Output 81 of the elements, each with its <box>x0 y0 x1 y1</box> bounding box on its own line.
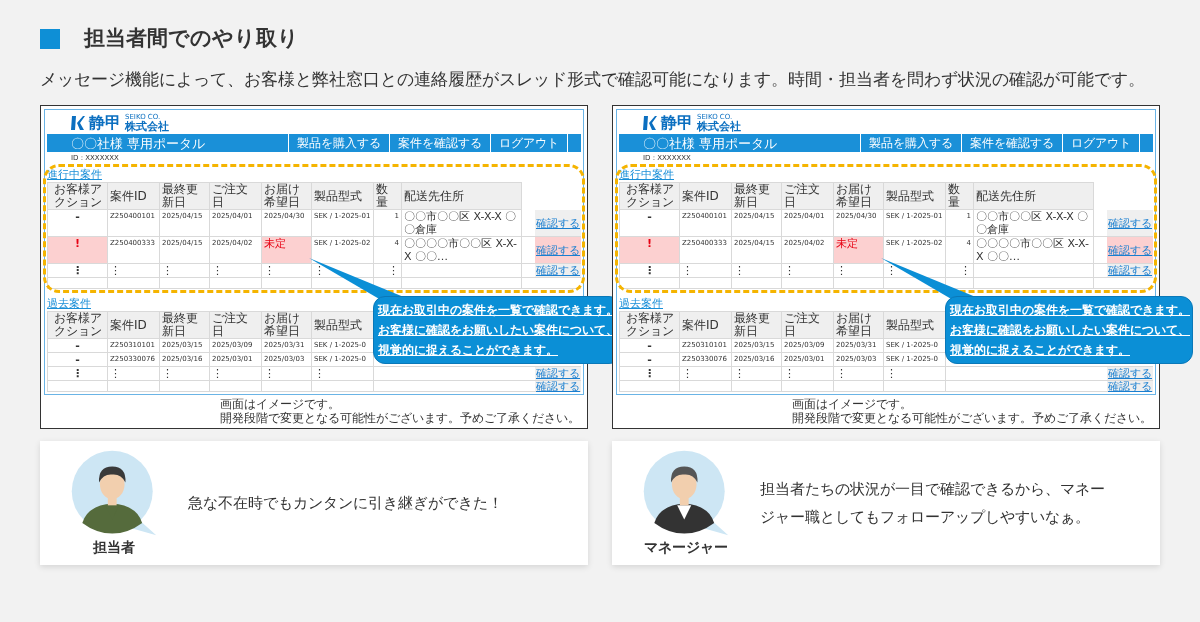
column-header: 数量 <box>374 183 402 209</box>
column-header: お客様アクション <box>620 312 680 338</box>
confirm-link[interactable]: 確認する <box>1107 237 1153 263</box>
footnote: 画面はイメージです。 <box>792 397 913 411</box>
logo-name: 静甲 <box>661 115 693 131</box>
section-link[interactable]: 過去案件 <box>47 297 91 311</box>
logo-mark-icon <box>643 115 657 131</box>
footnote: 開発段階で変更となる可能性がございます。予めご了承ください。 <box>220 411 580 425</box>
table-cell: 〇〇市〇〇区 X-X-X 〇〇倉庫 <box>974 210 1094 236</box>
column-header: 最終更新日 <box>160 312 210 338</box>
portal-title: 〇〇社様 専用ポータル <box>70 136 207 150</box>
column-header: 数量 <box>946 183 974 209</box>
section-link[interactable]: 進行中案件 <box>47 168 102 182</box>
column-header: 最終更新日 <box>160 183 210 209</box>
callout-text: 視覚的に捉えることができます。 <box>950 342 1130 358</box>
column-header: 案件ID <box>108 183 160 209</box>
table-cell: 〇〇〇〇市〇〇区 X-X-X 〇〇… <box>402 237 522 263</box>
column-header: 製品型式 <box>884 312 946 338</box>
table-cell: ! <box>48 237 108 263</box>
confirm-link[interactable]: 確認する <box>535 210 581 236</box>
nav-button[interactable]: ログアウト <box>490 134 567 152</box>
table-cell: 未定 <box>262 237 312 263</box>
logo-suffix: 株式会社 <box>697 121 741 132</box>
confirm-link[interactable]: 確認する <box>1107 381 1153 391</box>
logo-name: 静甲 <box>89 115 121 131</box>
column-header: 配送先住所 <box>974 183 1094 209</box>
confirm-link[interactable]: 確認する <box>535 367 581 380</box>
callout-text: 視覚的に捉えることができます。 <box>378 342 558 358</box>
column-header: ご注文日 <box>210 312 262 338</box>
table-cell: 〇〇市〇〇区 X-X-X 〇〇倉庫 <box>402 210 522 236</box>
nav-button[interactable]: ログアウト <box>1062 134 1139 152</box>
column-header: お届け希望日 <box>262 183 312 209</box>
callout-text: 現在お取引中の案件を一覧で確認できます。 <box>378 302 618 318</box>
confirm-link[interactable]: 確認する <box>535 381 581 391</box>
logo-mark-icon <box>71 115 85 131</box>
callout-text: お客様に確認をお願いしたい案件について、 <box>378 322 618 338</box>
column-header: 案件ID <box>108 312 160 338</box>
table-cell: 未定 <box>834 237 884 263</box>
column-header: 製品型式 <box>884 183 946 209</box>
column-header: お客様アクション <box>48 312 108 338</box>
column-header: 製品型式 <box>312 312 374 338</box>
footnote: 開発段階で変更となる可能性がございます。予めご了承ください。 <box>792 411 1152 425</box>
role-label: 担当者 <box>93 537 135 557</box>
column-header: 最終更新日 <box>732 183 782 209</box>
confirm-link[interactable]: 確認する <box>1107 210 1153 236</box>
column-header: お届け希望日 <box>262 312 312 338</box>
callout-text: お客様に確認をお願いしたい案件について、 <box>950 322 1190 338</box>
portal-title: 〇〇社様 専用ポータル <box>642 136 779 150</box>
column-header: お客様アクション <box>48 183 108 209</box>
nav-button[interactable]: 製品を購入する <box>288 134 389 152</box>
footnote: 画面はイメージです。 <box>220 397 341 411</box>
nav-button[interactable]: 製品を購入する <box>860 134 961 152</box>
column-header: お届け希望日 <box>834 312 884 338</box>
nav-button[interactable]: 案件を確認する <box>389 134 490 152</box>
confirm-link[interactable]: 確認する <box>1107 264 1153 277</box>
column-header: 配送先住所 <box>402 183 522 209</box>
heading-marker <box>40 28 60 49</box>
confirm-link[interactable]: 確認する <box>535 237 581 263</box>
column-header: 最終更新日 <box>732 312 782 338</box>
column-header: 製品型式 <box>312 183 374 209</box>
section-link[interactable]: 過去案件 <box>619 297 663 311</box>
confirm-link[interactable]: 確認する <box>535 264 581 277</box>
column-header: お届け希望日 <box>834 183 884 209</box>
column-header: お客様アクション <box>620 183 680 209</box>
table-cell: 〇〇〇〇市〇〇区 X-X-X 〇〇… <box>974 237 1094 263</box>
nav-button[interactable]: 案件を確認する <box>961 134 1062 152</box>
section-link[interactable]: 進行中案件 <box>619 168 674 182</box>
column-header: ご注文日 <box>210 183 262 209</box>
quote-text: 担当者たちの状況が一目で確認できるから、マネージャー職としてもフォローアップしやすいなぁ。 <box>760 479 1106 528</box>
quote-text: 急な不在時でもカンタンに引き継ぎができた！ <box>188 493 504 514</box>
callout-text: 現在お取引中の案件を一覧で確認できます。 <box>950 302 1190 318</box>
confirm-link[interactable]: 確認する <box>1107 367 1153 380</box>
intro-text: メッセージ機能によって、お客様と弊社窓口との連絡履歴がスレッド形式で確認可能になります。時間・担当者を問わず状況の確認が可能です。 <box>40 68 1146 91</box>
role-label: マネージャー <box>644 537 728 557</box>
column-header: 案件ID <box>680 183 732 209</box>
section-heading: 担当者間でのやり取り <box>84 28 299 49</box>
table-cell: ! <box>620 237 680 263</box>
column-header: ご注文日 <box>782 183 834 209</box>
logo-suffix: 株式会社 <box>125 121 169 132</box>
column-header: ご注文日 <box>782 312 834 338</box>
column-header: 案件ID <box>680 312 732 338</box>
